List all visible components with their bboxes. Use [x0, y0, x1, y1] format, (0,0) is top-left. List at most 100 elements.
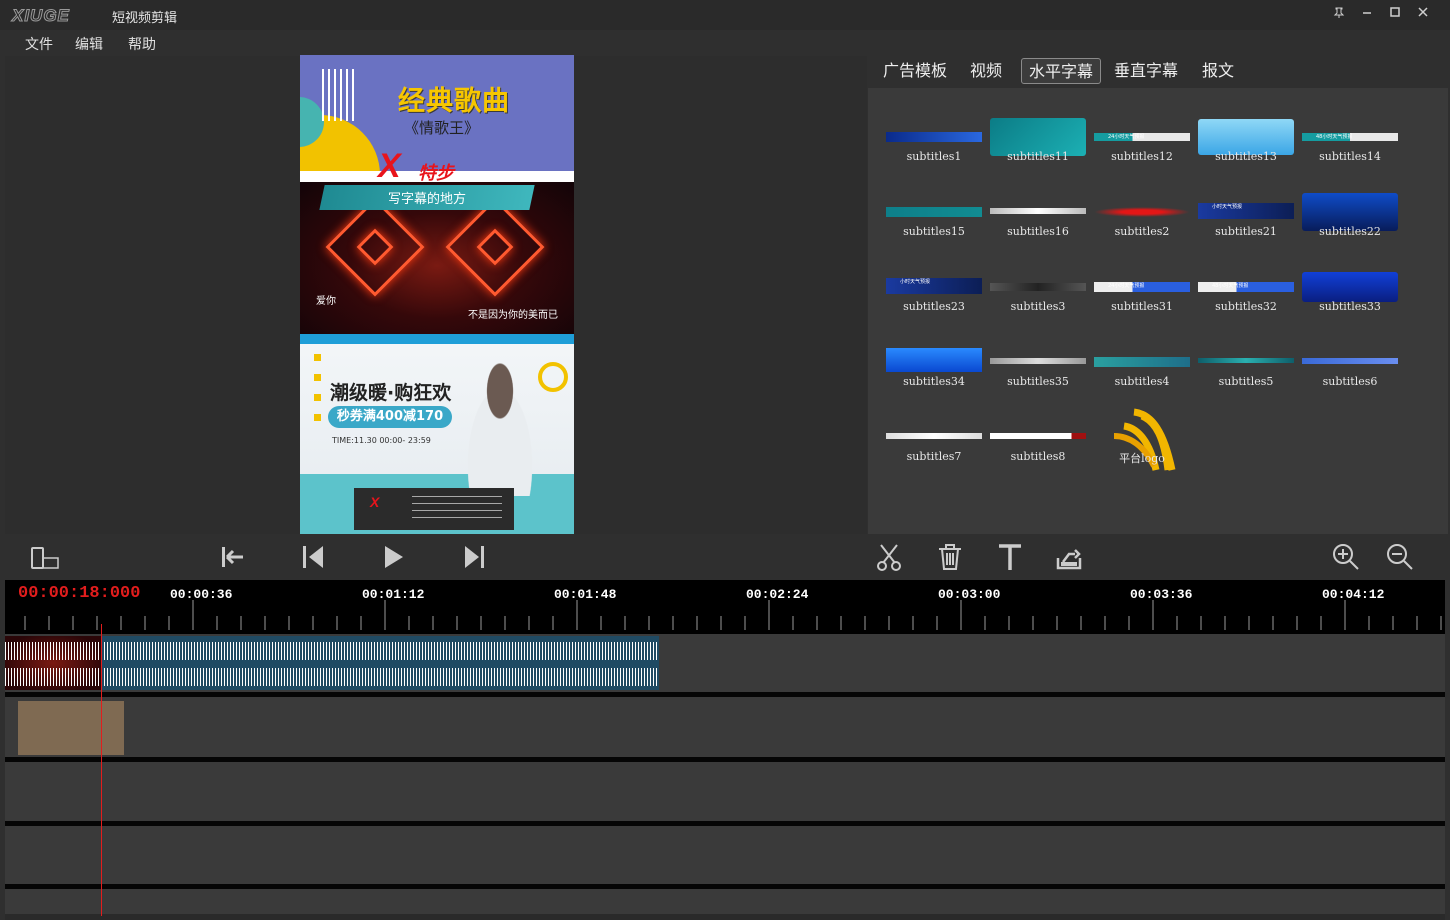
template-item[interactable]: subtitles7 — [886, 418, 990, 488]
timeline-track-overlay[interactable] — [5, 697, 1445, 757]
template-item[interactable]: subtitles2 — [1094, 193, 1198, 263]
template-label: subtitles23 — [903, 300, 965, 313]
minimize-icon[interactable] — [1357, 6, 1377, 24]
template-label: subtitles22 — [1319, 225, 1381, 238]
go-to-start-icon[interactable] — [219, 542, 249, 572]
template-label: subtitles11 — [1007, 150, 1069, 163]
template-thumbnail — [990, 283, 1086, 291]
template-item[interactable]: subtitles11 — [990, 118, 1094, 188]
template-thumbnail — [886, 348, 982, 372]
template-thumbnail — [886, 207, 982, 217]
play-icon[interactable] — [381, 542, 411, 572]
template-item[interactable]: subtitles5 — [1198, 343, 1302, 413]
template-item[interactable]: 平台logo — [1094, 408, 1198, 488]
template-item[interactable]: 小时天气预报 subtitles21 — [1198, 193, 1302, 263]
template-item[interactable]: subtitles34 — [886, 343, 990, 413]
template-item[interactable]: subtitles6 — [1302, 343, 1406, 413]
app-title: 短视频剪辑 — [112, 11, 178, 26]
export-icon[interactable] — [1055, 542, 1085, 572]
cut-icon[interactable] — [875, 542, 905, 572]
zoom-out-icon[interactable] — [1385, 542, 1415, 572]
aspect-ratio-icon[interactable] — [30, 542, 60, 572]
promo-time: TIME:11.30 00:00- 23:59 — [332, 436, 431, 445]
template-label: subtitles2 — [1114, 225, 1170, 238]
overlay-clip[interactable] — [18, 701, 124, 755]
tab-ad-templates[interactable]: 广告模板 — [876, 58, 954, 84]
template-item[interactable]: subtitles33 — [1302, 268, 1406, 338]
template-thumbnail: 小时天气预报 — [1198, 203, 1294, 219]
audio-waveform — [5, 668, 659, 686]
template-thumbnail — [990, 208, 1086, 214]
template-thumbnail: 48小时天气预报 — [1198, 282, 1294, 292]
template-item[interactable]: 48小时天气预报 subtitles14 — [1302, 118, 1406, 188]
template-thumbnail — [1302, 272, 1398, 302]
template-item[interactable]: 24小时天气预报 subtitles12 — [1094, 118, 1198, 188]
template-panel: 广告模板 视频 水平字幕 垂直字幕 报文 subtitles1 subtitles… — [868, 56, 1448, 534]
template-item[interactable]: subtitles13 — [1198, 118, 1302, 188]
template-item[interactable]: 48小时天气预报 subtitles32 — [1198, 268, 1302, 338]
template-item[interactable]: subtitles22 — [1302, 193, 1406, 263]
template-label: subtitles33 — [1319, 300, 1381, 313]
template-label: subtitles14 — [1319, 150, 1381, 163]
next-frame-icon[interactable] — [461, 542, 491, 572]
template-item[interactable]: 24小时天气预报 subtitles31 — [1094, 268, 1198, 338]
template-label: subtitles4 — [1114, 375, 1170, 388]
timeline-track-video[interactable] — [5, 634, 1445, 692]
tab-vertical-subtitles[interactable]: 垂直字幕 — [1107, 58, 1185, 84]
template-label: subtitles13 — [1215, 150, 1277, 163]
template-label: subtitles7 — [906, 450, 962, 463]
template-item[interactable]: subtitles4 — [1094, 343, 1198, 413]
template-thumbnail — [990, 358, 1086, 364]
template-label: subtitles31 — [1111, 300, 1173, 313]
timeline-track-empty[interactable] — [5, 826, 1445, 884]
template-item[interactable]: subtitles3 — [990, 268, 1094, 338]
template-thumbnail — [1302, 358, 1398, 364]
tab-horizontal-subtitles[interactable]: 水平字幕 — [1021, 58, 1102, 84]
template-thumbnail — [1094, 406, 1190, 478]
template-thumbnail — [990, 433, 1086, 439]
playhead[interactable] — [101, 624, 102, 916]
tab-report[interactable]: 报文 — [1195, 58, 1241, 84]
preview-subtitle: 《情歌王》 — [404, 119, 480, 137]
template-thumbnail — [1094, 207, 1190, 217]
menu-file[interactable]: 文件 — [25, 34, 53, 54]
template-item[interactable]: subtitles16 — [990, 193, 1094, 263]
zoom-in-icon[interactable] — [1331, 542, 1361, 572]
template-label: 平台logo — [1119, 452, 1165, 465]
delete-icon[interactable] — [936, 542, 966, 572]
menu-edit[interactable]: 编辑 — [75, 34, 103, 54]
template-label: subtitles3 — [1010, 300, 1066, 313]
promo-coupon: 秒券满400减170 — [328, 406, 452, 428]
template-label: subtitles12 — [1111, 150, 1173, 163]
template-thumbnail — [886, 132, 982, 142]
text-icon[interactable] — [996, 542, 1026, 572]
brand-logo-x: X — [378, 147, 401, 182]
ruler-ticks — [24, 600, 1442, 630]
template-thumb-text: 48小时天气预报 — [1316, 134, 1353, 140]
preview-title: 经典歌曲 — [398, 86, 510, 117]
template-item[interactable]: subtitles35 — [990, 343, 1094, 413]
previous-frame-icon[interactable] — [301, 542, 331, 572]
close-icon[interactable] — [1413, 6, 1433, 24]
timeline-track-empty[interactable] — [5, 762, 1445, 821]
timeline-track-empty[interactable] — [5, 889, 1445, 914]
preview-promo-frame: 潮级暖·购狂欢 秒券满400减170 TIME:11.30 00:00- 23:… — [300, 334, 574, 534]
media-clip[interactable] — [5, 636, 659, 690]
menu-help[interactable]: 帮助 — [128, 34, 156, 54]
template-grid: subtitles1 subtitles11 24小时天气预报 subtitles12… — [868, 88, 1448, 534]
template-thumbnail: 小时天气预报 — [886, 278, 982, 294]
brand-logo-text: 特步 — [418, 163, 454, 182]
video-preview[interactable]: 经典歌曲 《情歌王》 X 特步 爱你 不是因为你的美而已 写字幕的地方 潮级暖·… — [300, 55, 574, 534]
template-label: subtitles8 — [1010, 450, 1066, 463]
template-item[interactable]: 小时天气预报 subtitles23 — [886, 268, 990, 338]
pin-icon[interactable] — [1329, 6, 1349, 24]
model-photo — [450, 346, 550, 496]
subtitle-bar-text: 写字幕的地方 — [387, 192, 466, 207]
timeline-ruler[interactable]: 00:00:18:000 00:00:36 00:01:12 00:01:48 … — [5, 580, 1445, 634]
template-label: subtitles1 — [906, 150, 962, 163]
template-item[interactable]: subtitles8 — [990, 418, 1094, 488]
template-item[interactable]: subtitles1 — [886, 118, 990, 188]
template-item[interactable]: subtitles15 — [886, 193, 990, 263]
tab-video[interactable]: 视频 — [963, 58, 1009, 84]
maximize-icon[interactable] — [1385, 6, 1405, 24]
